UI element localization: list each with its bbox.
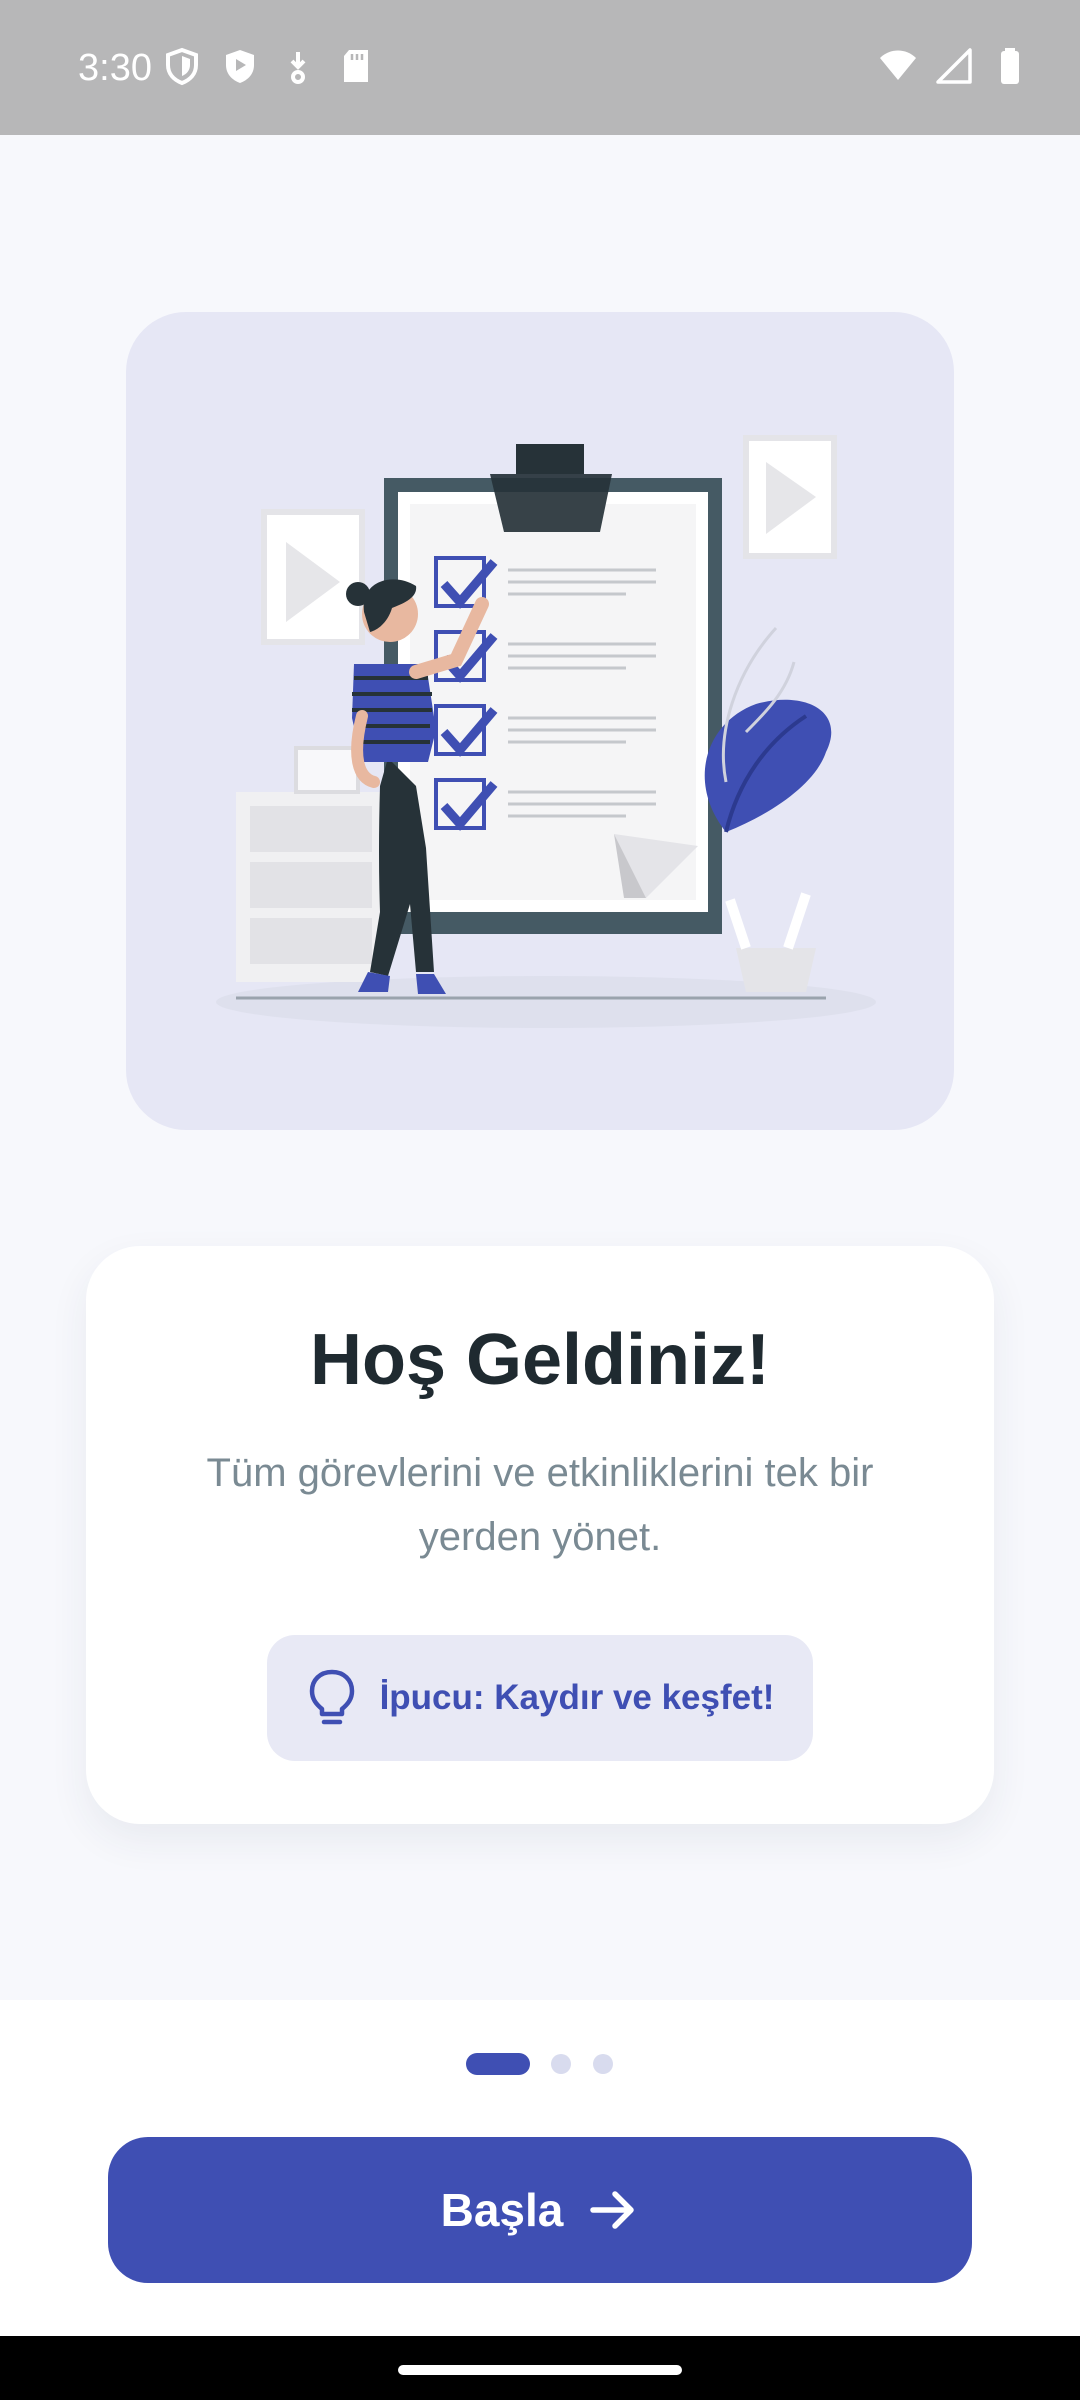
welcome-card: Hoş Geldiniz! Tüm görevlerini ve etkinli… bbox=[86, 1246, 994, 1824]
status-time: 3:30 bbox=[78, 47, 152, 89]
download-icon bbox=[290, 52, 306, 84]
start-button[interactable]: Başla bbox=[108, 2137, 972, 2283]
page-dot-active bbox=[466, 2053, 530, 2075]
page-dot bbox=[551, 2054, 571, 2074]
status-icons-right bbox=[878, 46, 1030, 86]
page-indicator bbox=[0, 2053, 1080, 2075]
shield-outline-icon bbox=[166, 47, 198, 86]
welcome-subtitle: Tüm görevlerini ve etkinliklerini tek bi… bbox=[206, 1451, 874, 1559]
start-button-label: Başla bbox=[440, 2184, 564, 2236]
tip-text: İpucu: Kaydır ve keşfet! bbox=[379, 1678, 775, 1717]
play-shield-icon bbox=[226, 50, 254, 83]
sd-card-icon bbox=[344, 50, 368, 82]
lightbulb-icon bbox=[309, 1669, 354, 1725]
wifi-icon bbox=[880, 50, 916, 80]
welcome-title: Hoş Geldiniz! bbox=[309, 1320, 771, 1400]
arrow-right-icon bbox=[590, 2191, 635, 2229]
status-icons-left bbox=[162, 46, 376, 86]
page-dot bbox=[593, 2054, 613, 2074]
battery-icon bbox=[1001, 48, 1019, 84]
checklist-illustration-icon bbox=[216, 435, 876, 1028]
illustration-card bbox=[126, 312, 954, 1130]
signal-icon bbox=[936, 48, 972, 84]
tip-box: İpucu: Kaydır ve keşfet! bbox=[267, 1635, 813, 1761]
status-bar: 3:30 bbox=[0, 0, 1080, 135]
home-indicator[interactable] bbox=[398, 2365, 682, 2375]
